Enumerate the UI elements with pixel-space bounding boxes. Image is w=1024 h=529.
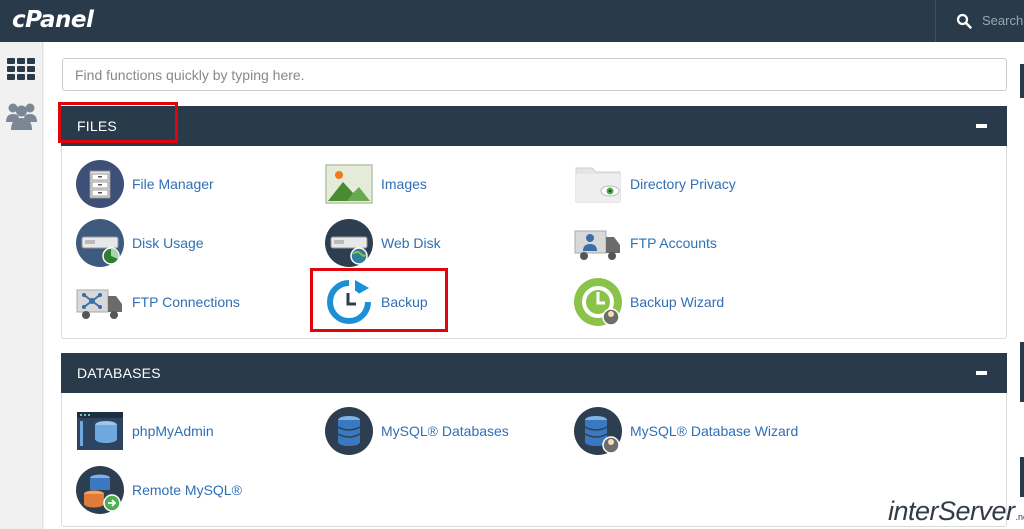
- top-bar: cPanel Search: [0, 0, 1024, 42]
- databases-panel-header[interactable]: DATABASES: [61, 353, 1007, 393]
- search-icon: [956, 13, 972, 29]
- file-manager-link[interactable]: File Manager: [76, 159, 214, 209]
- remote-mysql-link[interactable]: Remote MySQL®: [76, 465, 242, 515]
- ftp-accounts-icon: [574, 230, 620, 260]
- main-content: FILES File Manager Images: [44, 42, 1024, 529]
- users-icon[interactable]: [6, 100, 37, 130]
- ftp-connections-label: FTP Connections: [132, 294, 240, 310]
- phpmyadmin-link[interactable]: phpMyAdmin: [76, 406, 214, 456]
- databases-panel-title: DATABASES: [77, 365, 161, 381]
- mysql-database-wizard-label: MySQL® Database Wizard: [630, 423, 799, 439]
- directory-privacy-icon: [575, 167, 621, 203]
- web-disk-icon: [325, 219, 373, 267]
- backup-wizard-label: Backup Wizard: [630, 294, 725, 310]
- watermark-text: interServer: [888, 496, 1015, 526]
- top-search-button[interactable]: Search: [935, 0, 1024, 42]
- quick-search-input[interactable]: [62, 58, 1007, 91]
- watermark-suffix: .net: [1015, 512, 1024, 522]
- files-panel-body: File Manager Images Directory Privacy Di…: [61, 146, 1007, 339]
- mysql-database-wizard-link[interactable]: MySQL® Database Wizard: [574, 406, 798, 456]
- file-manager-icon: [76, 160, 124, 208]
- images-label: Images: [381, 176, 427, 192]
- left-sidebar: [0, 42, 43, 529]
- collapse-icon[interactable]: [976, 371, 987, 375]
- phpmyadmin-label: phpMyAdmin: [132, 423, 214, 439]
- disk-usage-link[interactable]: Disk Usage: [76, 218, 204, 268]
- mysql-database-wizard-icon: [574, 407, 622, 455]
- disk-usage-label: Disk Usage: [132, 235, 204, 251]
- backup-wizard-icon: [574, 278, 622, 326]
- mysql-databases-label: MySQL® Databases: [381, 423, 509, 439]
- interserver-watermark: interServer .net: [888, 496, 1024, 526]
- mysql-databases-icon: [325, 407, 373, 455]
- ftp-accounts-label: FTP Accounts: [630, 235, 717, 251]
- ftp-connections-link[interactable]: FTP Connections: [76, 277, 240, 327]
- ftp-accounts-link[interactable]: FTP Accounts: [574, 218, 717, 268]
- directory-privacy-label: Directory Privacy: [630, 176, 736, 192]
- databases-panel-body: phpMyAdmin MySQL® Databases MySQL® Datab…: [61, 393, 1007, 527]
- grid-icon[interactable]: [7, 58, 35, 80]
- phpmyadmin-icon: [77, 412, 123, 450]
- directory-privacy-link[interactable]: Directory Privacy: [574, 159, 736, 209]
- file-manager-label: File Manager: [132, 176, 214, 192]
- web-disk-link[interactable]: Web Disk: [325, 218, 441, 268]
- remote-mysql-label: Remote MySQL®: [132, 482, 242, 498]
- backup-highlight-box: [310, 268, 448, 332]
- right-edge-strip: [1020, 42, 1024, 529]
- images-link[interactable]: Images: [325, 159, 427, 209]
- ftp-connections-icon: [76, 289, 122, 319]
- images-icon: [325, 164, 373, 204]
- cpanel-logo[interactable]: cPanel: [12, 7, 94, 33]
- top-search-label: Search: [982, 13, 1024, 28]
- web-disk-label: Web Disk: [381, 235, 441, 251]
- backup-wizard-link[interactable]: Backup Wizard: [574, 277, 724, 327]
- mysql-databases-link[interactable]: MySQL® Databases: [325, 406, 509, 456]
- files-highlight-box: [58, 102, 178, 143]
- files-panel-header[interactable]: FILES: [61, 106, 1007, 146]
- collapse-icon[interactable]: [976, 124, 987, 128]
- remote-mysql-icon: [76, 466, 124, 514]
- disk-usage-icon: [76, 219, 124, 267]
